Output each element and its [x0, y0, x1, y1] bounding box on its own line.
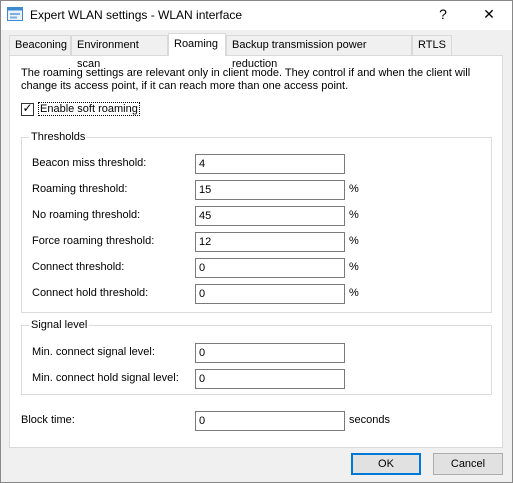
- soft-roaming-checkbox[interactable]: ✓: [21, 101, 34, 116]
- connect-hold-threshold-label: Connect hold threshold:: [32, 287, 149, 299]
- force-roaming-threshold-label: Force roaming threshold:: [32, 235, 155, 247]
- thresholds-group-title: Thresholds: [29, 131, 88, 143]
- tab-beaconing[interactable]: Beaconing: [9, 35, 71, 55]
- no-roaming-threshold-unit: %: [349, 209, 359, 221]
- roaming-description: The roaming settings are relevant only i…: [21, 67, 471, 92]
- min-connect-hold-signal-level-label: Min. connect hold signal level:: [32, 372, 179, 384]
- tab-roaming[interactable]: Roaming: [168, 33, 226, 56]
- signal-level-group-title: Signal level: [29, 319, 90, 331]
- soft-roaming-label[interactable]: Enable soft roaming: [38, 102, 140, 116]
- tab-rtls[interactable]: RTLS: [412, 35, 452, 55]
- connect-threshold-unit: %: [349, 261, 359, 273]
- block-time-label: Block time:: [21, 414, 75, 426]
- connect-hold-threshold-input[interactable]: 0: [195, 284, 345, 304]
- cancel-button[interactable]: Cancel: [433, 453, 503, 475]
- close-button[interactable]: ✕: [466, 0, 512, 30]
- connect-threshold-label: Connect threshold:: [32, 261, 125, 273]
- beacon-miss-threshold-input[interactable]: 4: [195, 154, 345, 174]
- app-window-icon: [7, 7, 23, 21]
- min-connect-signal-level-input[interactable]: 0: [195, 343, 345, 363]
- min-connect-signal-level-label: Min. connect signal level:: [32, 346, 155, 358]
- force-roaming-threshold-unit: %: [349, 235, 359, 247]
- block-time-unit: seconds: [349, 414, 390, 426]
- block-time-input[interactable]: 0: [195, 411, 345, 431]
- roaming-threshold-input[interactable]: 15: [195, 180, 345, 200]
- roaming-threshold-label: Roaming threshold:: [32, 183, 128, 195]
- ok-button[interactable]: OK: [351, 453, 421, 475]
- roaming-threshold-unit: %: [349, 183, 359, 195]
- connect-threshold-input[interactable]: 0: [195, 258, 345, 278]
- beacon-miss-threshold-label: Beacon miss threshold:: [32, 157, 147, 169]
- window-title: Expert WLAN settings - WLAN interface: [30, 8, 243, 22]
- checkmark-icon: ✓: [22, 101, 33, 115]
- min-connect-hold-signal-level-input[interactable]: 0: [195, 369, 345, 389]
- no-roaming-threshold-label: No roaming threshold:: [32, 209, 141, 221]
- no-roaming-threshold-input[interactable]: 45: [195, 206, 345, 226]
- force-roaming-threshold-input[interactable]: 12: [195, 232, 345, 252]
- tab-environment-scan[interactable]: Environment scan: [71, 35, 168, 70]
- connect-hold-threshold-unit: %: [349, 287, 359, 299]
- tab-backup-transmission-power-reduction[interactable]: Backup transmission power reduction: [226, 35, 412, 70]
- help-button[interactable]: ?: [420, 0, 466, 30]
